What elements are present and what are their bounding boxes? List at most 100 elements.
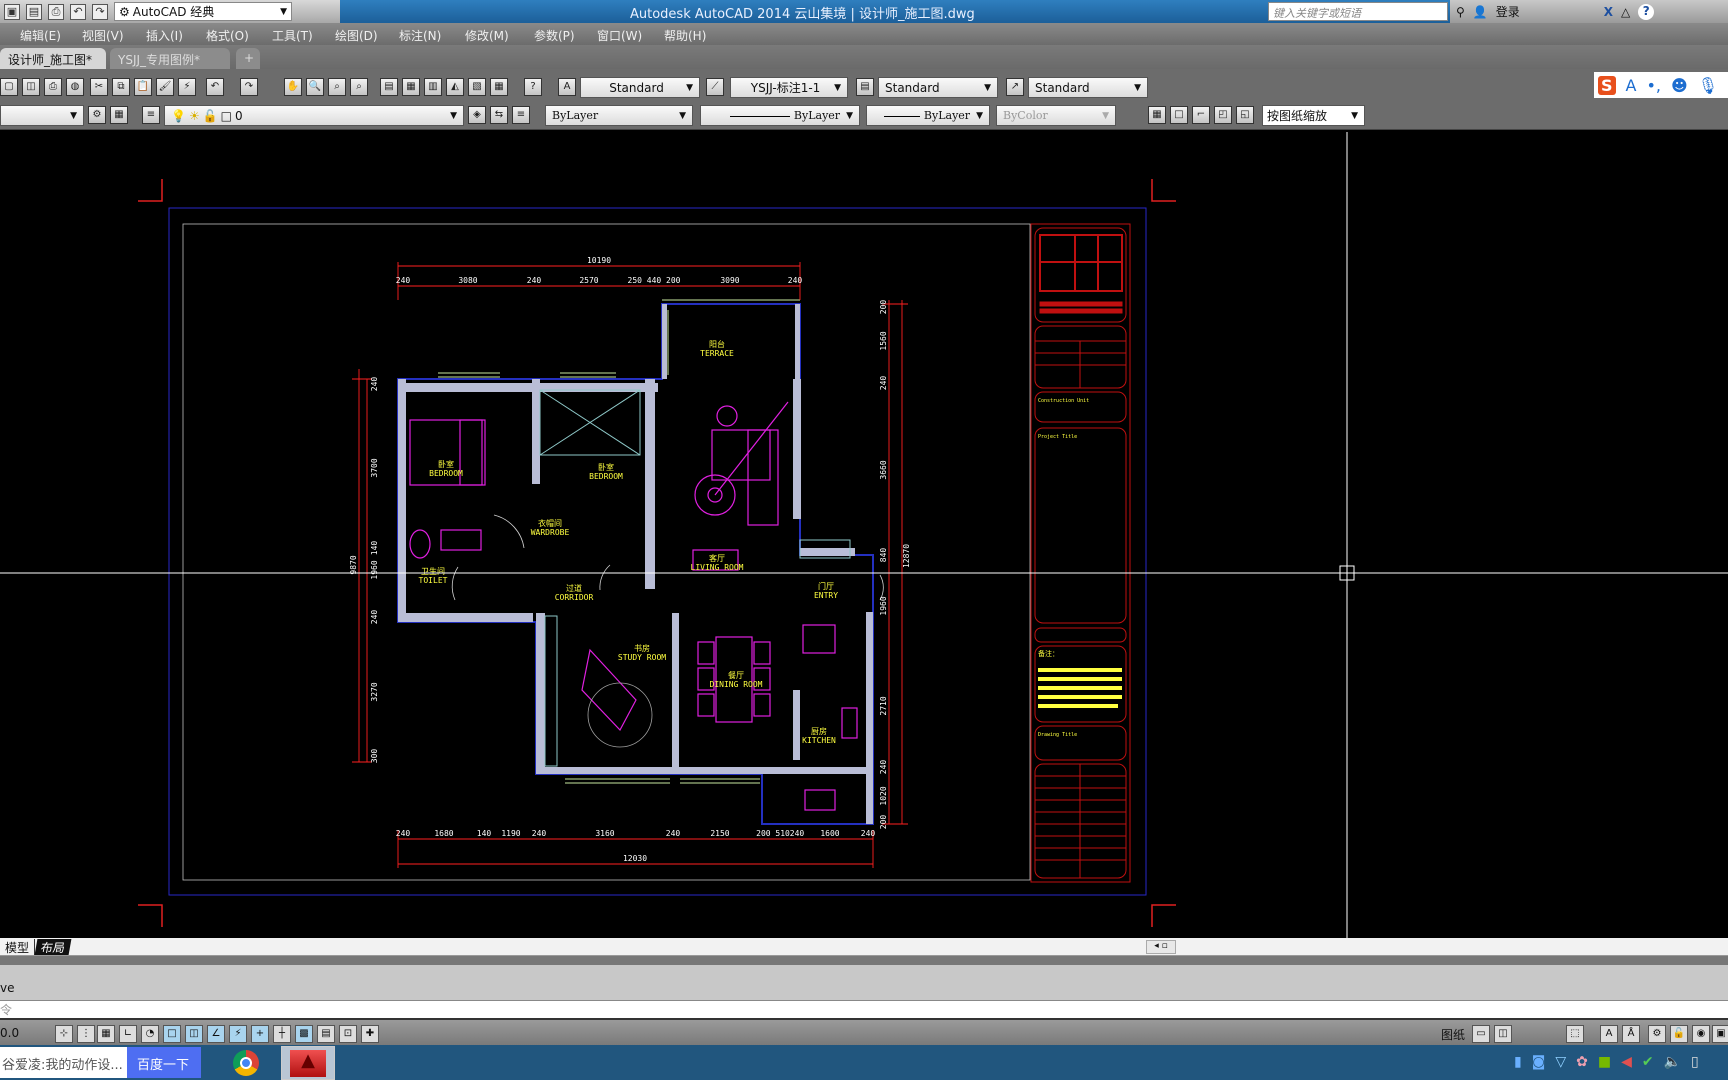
ducs-icon[interactable]: ⚡	[229, 1025, 247, 1043]
ortho-icon[interactable]: ∟	[119, 1025, 137, 1043]
volume-icon[interactable]: 🔈	[1664, 1054, 1681, 1070]
menu-edit[interactable]: 编辑(E)	[20, 27, 61, 44]
tool-palettes-icon[interactable]: ▥	[424, 78, 442, 96]
punctuation-icon[interactable]: •,	[1646, 76, 1661, 95]
maximize-viewport-icon[interactable]: ⬚	[1566, 1025, 1584, 1043]
polar-icon[interactable]: ◔	[141, 1025, 159, 1043]
command-input[interactable]: 令	[0, 1000, 1728, 1018]
menu-dimension[interactable]: 标注(N)	[399, 27, 441, 44]
menu-modify[interactable]: 修改(M)	[465, 27, 509, 44]
match-properties-icon[interactable]: 🖌	[156, 78, 174, 96]
pan-icon[interactable]: ✋	[284, 78, 302, 96]
paper-space-toggle[interactable]: 图纸	[1441, 1026, 1465, 1043]
print-icon[interactable]: ⎙	[48, 3, 64, 20]
design-center-icon[interactable]: ▦	[402, 78, 420, 96]
layer-dropdown[interactable]: 💡 ☀ 🔓 □ 0 ▼	[164, 105, 464, 126]
viewports-icon[interactable]: ▦	[1148, 106, 1166, 124]
workspace-dropdown[interactable]: ⚙ AutoCAD 经典 ▼	[114, 2, 292, 21]
user-icon[interactable]: 👤	[1473, 5, 1488, 19]
layer-filter-icon[interactable]: ▦	[110, 106, 128, 124]
tab-layout[interactable]: 布局	[34, 939, 72, 955]
menu-view[interactable]: 视图(V)	[82, 27, 124, 44]
selection-cycling-icon[interactable]: ⊡	[339, 1025, 357, 1043]
clean-screen-icon[interactable]: ▣	[1712, 1025, 1728, 1043]
a360-icon[interactable]: △	[1621, 5, 1630, 19]
text-style-dropdown[interactable]: Standard ▼	[580, 77, 700, 98]
table-style-icon[interactable]: ▤	[856, 78, 874, 96]
save-as-icon[interactable]: ▤	[26, 3, 42, 20]
hardware-acceleration-icon[interactable]: ◉	[1692, 1025, 1710, 1043]
single-viewport-icon[interactable]: □	[1170, 106, 1188, 124]
flower-icon[interactable]: ✿	[1576, 1054, 1588, 1070]
table-style-dropdown[interactable]: Standard ▼	[878, 77, 998, 98]
tab-file-active[interactable]: 设计师_施工图* ×	[0, 48, 106, 82]
multileader-style-icon[interactable]: ↗	[1006, 78, 1024, 96]
new-tab-button[interactable]: +	[236, 48, 260, 69]
emoji-icon[interactable]: ☻	[1671, 76, 1688, 95]
dyn-icon[interactable]: +	[251, 1025, 269, 1043]
lineweight-icon[interactable]: ┼	[273, 1025, 291, 1043]
login-button[interactable]: 登录	[1496, 3, 1596, 20]
save-icon[interactable]: ▣	[4, 3, 20, 20]
microphone-icon[interactable]: 🎙	[1698, 76, 1718, 95]
dim-style-dropdown[interactable]: YSJJ-标注1-1 ▼	[730, 77, 848, 98]
usb-icon[interactable]: ▮	[1514, 1054, 1522, 1070]
undo-icon[interactable]: ↶	[206, 78, 224, 96]
clip-viewport-icon[interactable]: ◱	[1236, 106, 1254, 124]
help-icon[interactable]: ?	[524, 78, 542, 96]
sogou-icon[interactable]: S	[1598, 75, 1616, 95]
layer-state-dropdown[interactable]: ▼	[0, 105, 84, 126]
cut-icon[interactable]: ✂	[90, 78, 108, 96]
workspace-switch-icon[interactable]: ⚙	[1648, 1025, 1666, 1043]
redo-icon[interactable]: ↷	[240, 78, 258, 96]
preview-icon[interactable]: ◫	[22, 78, 40, 96]
paste-icon[interactable]: 📋	[134, 78, 152, 96]
menu-insert[interactable]: 插入(I)	[146, 27, 183, 44]
calculator-icon[interactable]: ▦	[490, 78, 508, 96]
baidu-search-button[interactable]: 百度一下	[127, 1047, 201, 1078]
viewport-scale-dropdown[interactable]: 按图纸缩放 ▼	[1262, 105, 1365, 126]
zoom-window-icon[interactable]: ⌕	[328, 78, 346, 96]
plot-icon[interactable]: ⎙	[44, 78, 62, 96]
polygonal-viewport-icon[interactable]: ⌐	[1192, 106, 1210, 124]
menu-draw[interactable]: 绘图(D)	[335, 27, 378, 44]
lock-icon[interactable]: 🔓	[1670, 1025, 1688, 1043]
lineweight-dropdown[interactable]: ByLayer ▼	[866, 105, 990, 126]
security-icon[interactable]: ▽	[1555, 1054, 1566, 1070]
color-dropdown[interactable]: ByLayer ▼	[545, 105, 693, 126]
transparency-icon[interactable]: ▩	[295, 1025, 313, 1043]
3d-osnap-icon[interactable]: ◫	[185, 1025, 203, 1043]
baidu-search-input[interactable]: 谷爱凌:我的动作设...	[0, 1047, 127, 1078]
menu-parametric[interactable]: 参数(P)	[534, 27, 575, 44]
horizontal-scrollbar[interactable]: ◂ ▫	[1146, 940, 1176, 954]
layer-properties-icon[interactable]: ≡	[142, 106, 160, 124]
zoom-previous-icon[interactable]: ⌕	[350, 78, 368, 96]
properties-icon[interactable]: ▤	[380, 78, 398, 96]
ime-mode-icon[interactable]: A	[1626, 76, 1637, 95]
network-icon[interactable]: ▯	[1691, 1054, 1699, 1070]
menu-format[interactable]: 格式(O)	[206, 27, 249, 44]
exchange-icon[interactable]: X	[1604, 5, 1613, 19]
annotation-monitor-icon[interactable]: ✚	[361, 1025, 379, 1043]
copy-icon[interactable]: ⧉	[112, 78, 130, 96]
binoculars-icon[interactable]: ⚲	[1456, 5, 1465, 19]
layer-states-icon[interactable]: ⚙	[88, 106, 106, 124]
open-icon[interactable]: ▢	[0, 78, 18, 96]
drawing-canvas[interactable]: 卧室 BEDROOM 卧室 BEDROOM 衣帽间 WARDROBE 卫生间 TOILE…	[0, 130, 1728, 938]
quick-properties-icon[interactable]: ▤	[317, 1025, 335, 1043]
text-style-icon[interactable]: A	[558, 78, 576, 96]
redo-icon[interactable]: ↷	[92, 3, 108, 20]
markup-icon[interactable]: ▧	[468, 78, 486, 96]
linetype-dropdown[interactable]: ByLayer ▼	[700, 105, 860, 126]
help-icon[interactable]: ?	[1638, 3, 1655, 20]
shield-icon[interactable]: ◙	[1532, 1054, 1546, 1070]
autocad-taskbar-button[interactable]: ▲	[281, 1046, 335, 1080]
block-editor-icon[interactable]: ⚡	[178, 78, 196, 96]
sheet-set-icon[interactable]: ◭	[446, 78, 464, 96]
snap-mode-icon[interactable]: ⋮	[77, 1025, 95, 1043]
dim-style-icon[interactable]: ⟋	[706, 78, 724, 96]
quick-view-layouts-icon[interactable]: ▭	[1472, 1025, 1490, 1043]
convert-viewport-icon[interactable]: ◰	[1214, 106, 1232, 124]
zoom-realtime-icon[interactable]: 🔍	[306, 78, 324, 96]
tab-model[interactable]: 模型	[0, 939, 36, 955]
